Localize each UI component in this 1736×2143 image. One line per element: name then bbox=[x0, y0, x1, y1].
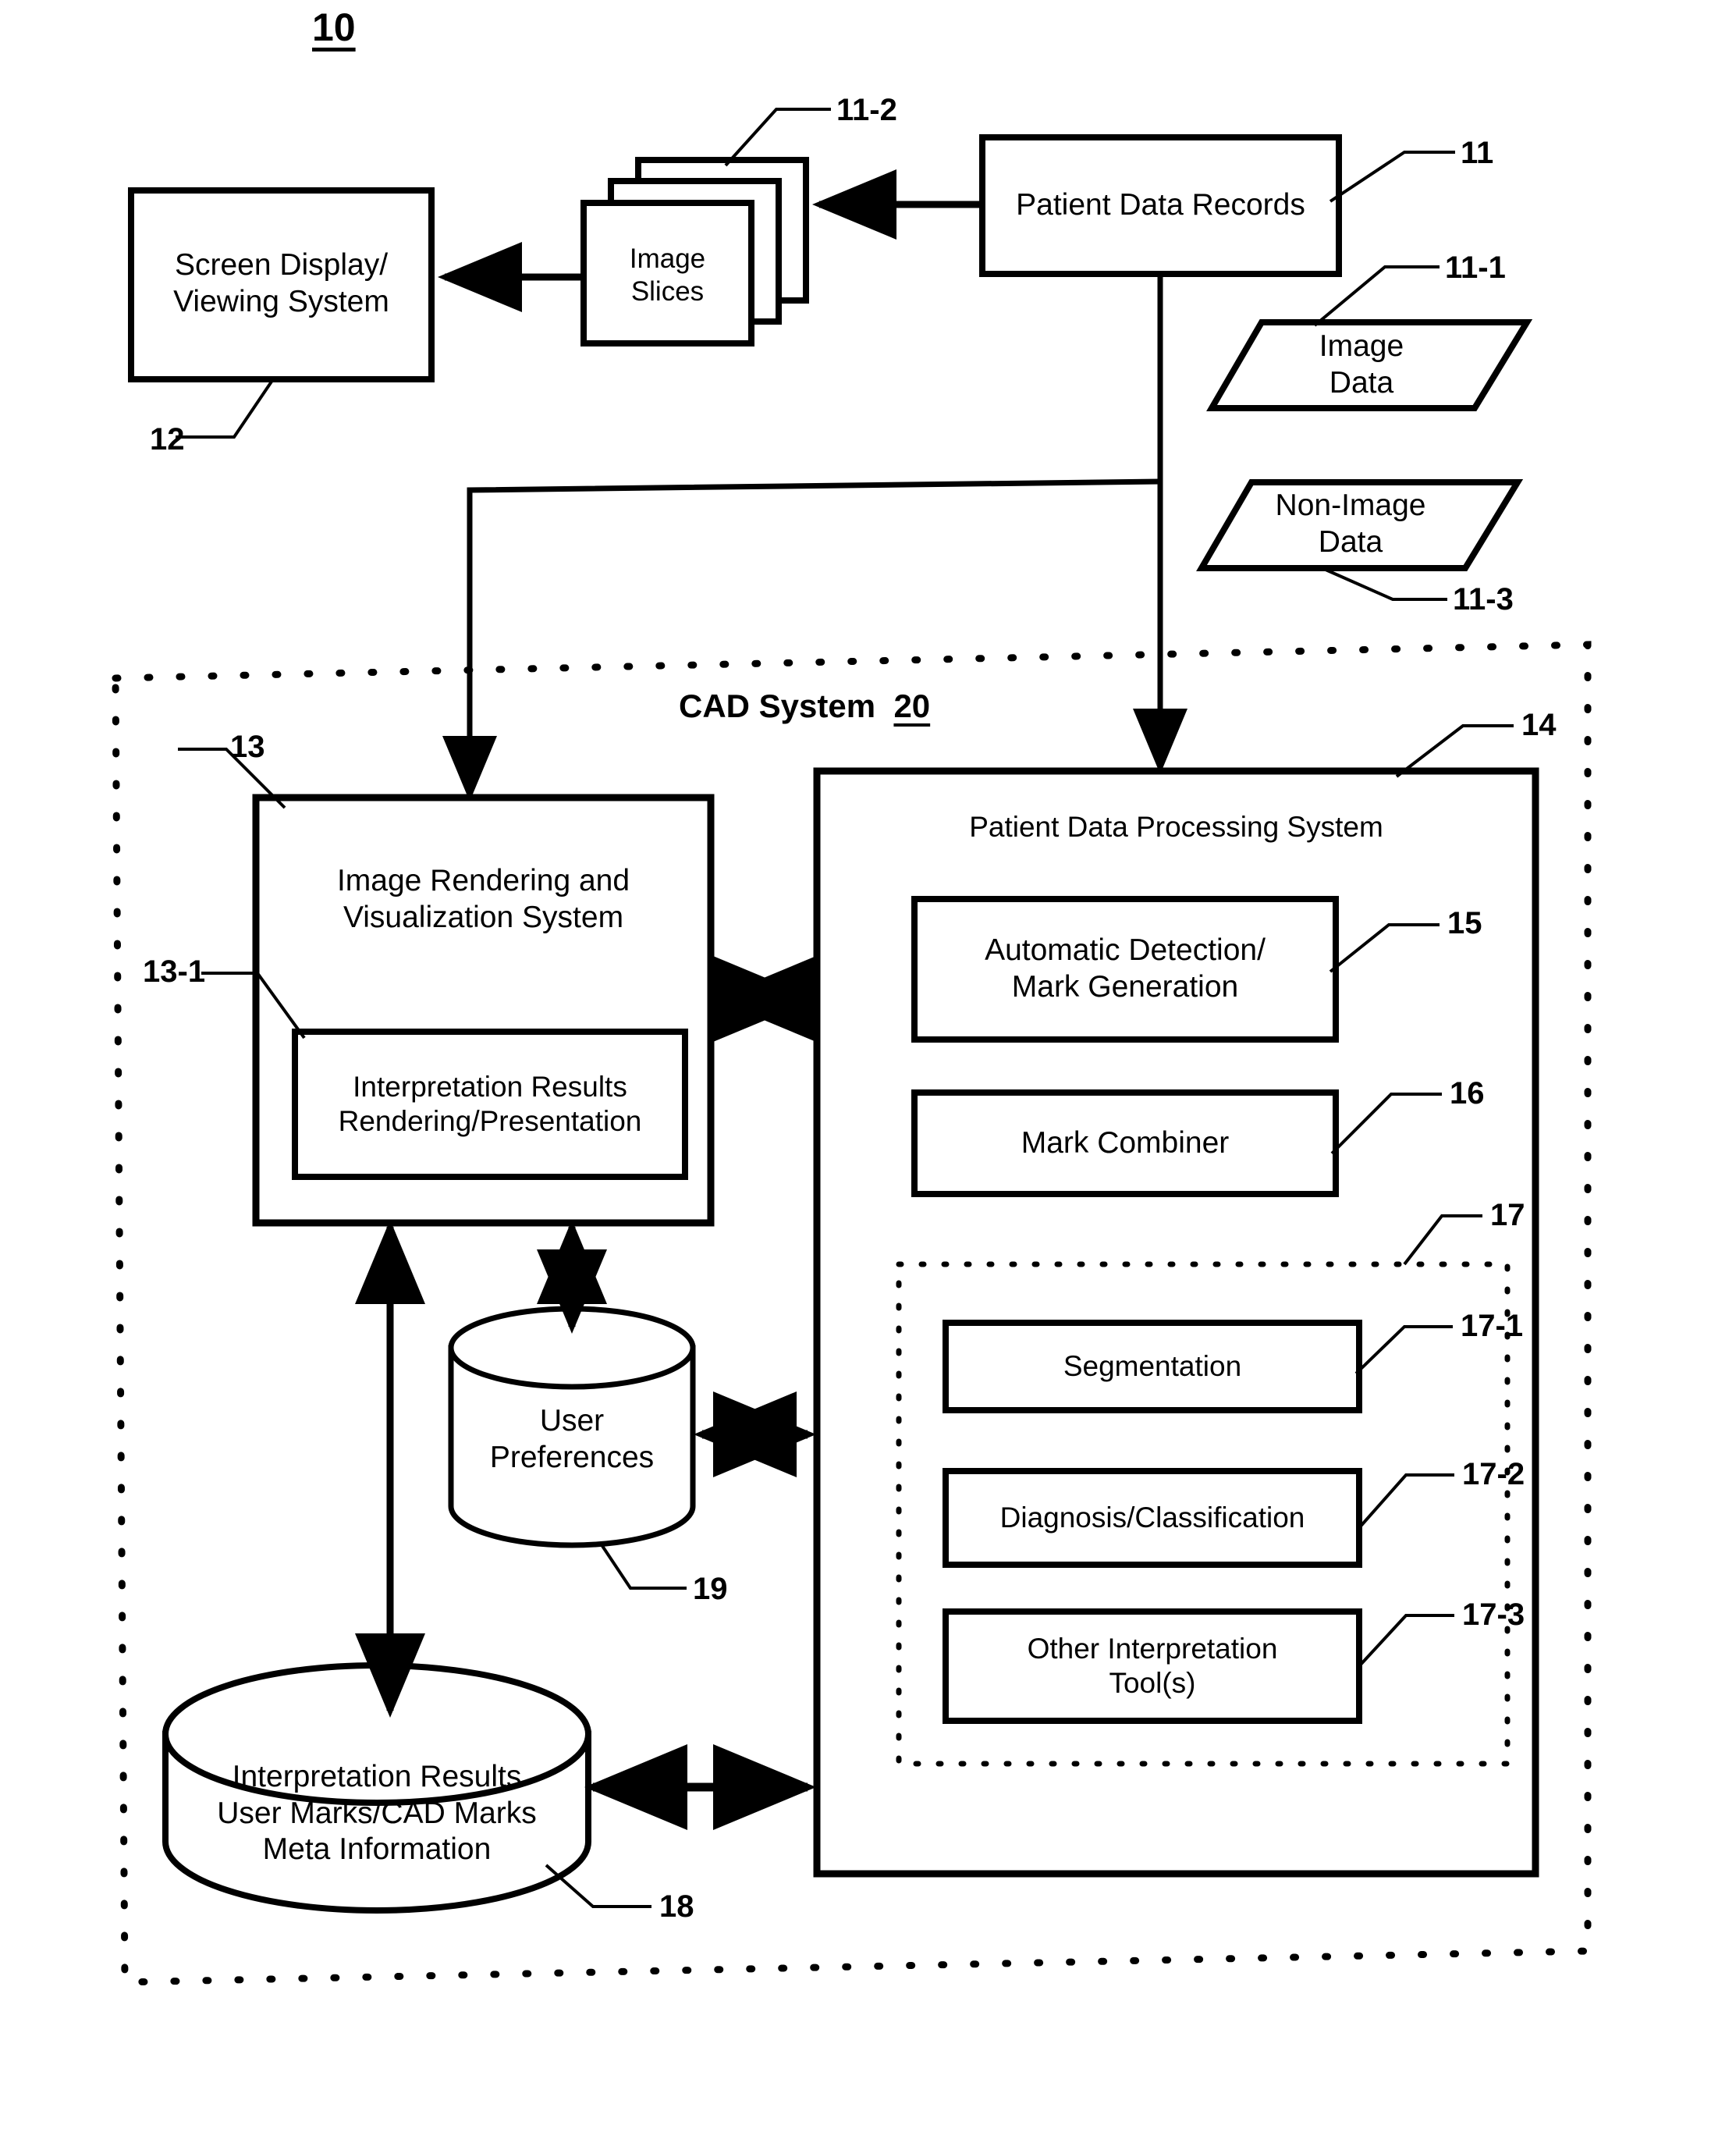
patent-figure-page: 10 Screen Display/ Viewing System 12 Ima… bbox=[0, 0, 1736, 2143]
ref-19: 19 bbox=[693, 1572, 728, 1606]
ref-16: 16 bbox=[1450, 1076, 1485, 1111]
cad-system-title: CAD System 20 bbox=[679, 687, 930, 726]
ref-18: 18 bbox=[659, 1889, 694, 1924]
screen-display-box bbox=[128, 187, 435, 382]
interpretation-results-cylinder bbox=[162, 1662, 591, 1914]
ref-15: 15 bbox=[1447, 906, 1482, 940]
image-slices-stack bbox=[580, 157, 809, 347]
diagram-vector-layer bbox=[112, 108, 1592, 1986]
leader-line-12 bbox=[176, 378, 275, 439]
patient-data-records-box bbox=[979, 134, 1342, 277]
ref-12: 12 bbox=[150, 422, 185, 457]
ref-14: 14 bbox=[1521, 708, 1557, 742]
leader-line-19 bbox=[599, 1542, 687, 1590]
cad-system-ref: 20 bbox=[893, 688, 931, 724]
figure-number: 10 bbox=[312, 5, 356, 49]
arrow-records-to-rendering bbox=[442, 478, 1161, 801]
ref-13: 13 bbox=[230, 730, 265, 764]
ref-17-2: 17-2 bbox=[1462, 1457, 1525, 1491]
ref-17-3: 17-3 bbox=[1462, 1597, 1525, 1632]
leader-line-11 bbox=[1329, 151, 1455, 203]
ref-11-2: 11-2 bbox=[836, 93, 897, 127]
diagnosis-classification-box bbox=[943, 1468, 1362, 1568]
ref-11-1: 11-1 bbox=[1445, 251, 1506, 285]
leader-line-11-3 bbox=[1318, 565, 1447, 601]
interpretation-rendering-box bbox=[292, 1029, 688, 1180]
ref-11: 11 bbox=[1461, 136, 1494, 170]
user-preferences-cylinder bbox=[448, 1306, 696, 1548]
mark-combiner-box bbox=[911, 1089, 1339, 1197]
segmentation-box bbox=[943, 1320, 1362, 1413]
non-image-data-parallelogram bbox=[1196, 479, 1524, 571]
image-data-parallelogram bbox=[1206, 319, 1533, 411]
ref-11-3: 11-3 bbox=[1453, 582, 1514, 617]
ref-17-1: 17-1 bbox=[1461, 1309, 1524, 1343]
automatic-detection-box bbox=[911, 896, 1339, 1043]
cad-system-title-text: CAD System bbox=[679, 688, 876, 724]
ref-17: 17 bbox=[1490, 1198, 1525, 1232]
other-interpretation-tools-box bbox=[943, 1608, 1362, 1724]
ref-13-1: 13-1 bbox=[143, 954, 206, 989]
